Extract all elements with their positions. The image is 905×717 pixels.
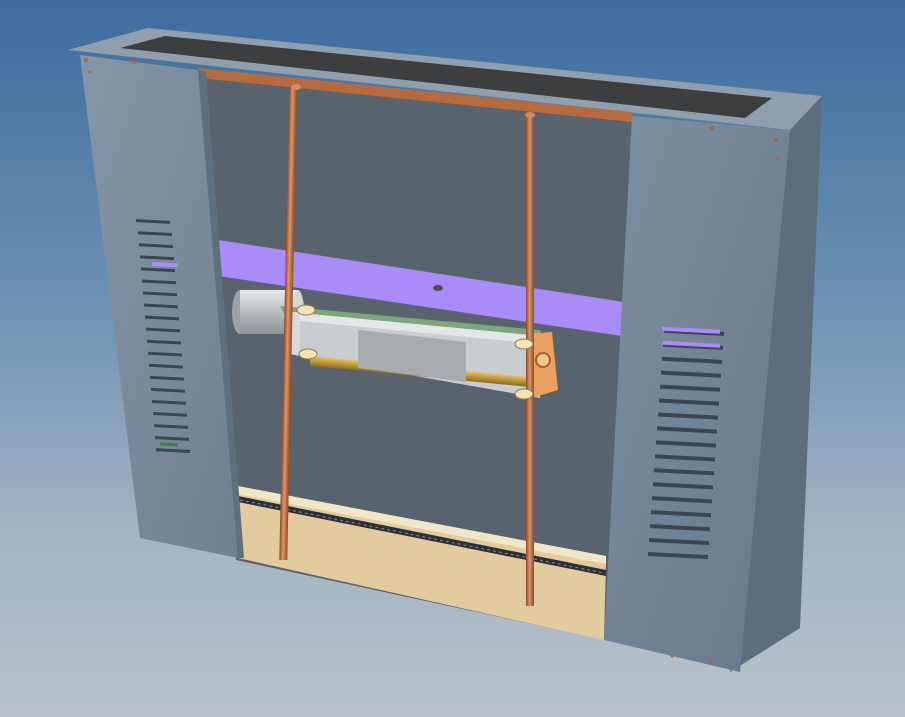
3d-model-viewport xyxy=(68,28,822,672)
copper-rod-right xyxy=(526,114,534,606)
